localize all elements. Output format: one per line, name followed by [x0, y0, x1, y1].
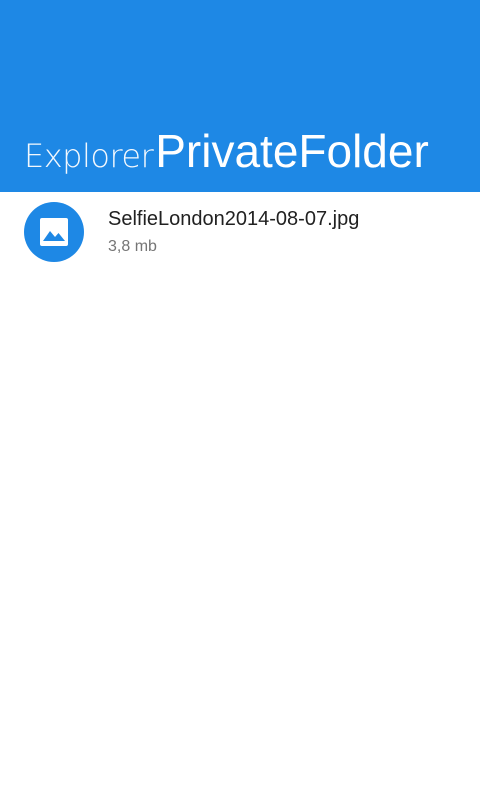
file-size: 3,8 mb: [108, 238, 157, 255]
app-header: ExplorerPrivateFolder: [0, 0, 480, 192]
app-name: Explorer: [24, 137, 154, 175]
image-icon: [24, 202, 84, 262]
file-name: SelfieLondon2014-08-07.jpg: [108, 208, 360, 230]
image-glyph: [40, 218, 68, 246]
app-root: ExplorerPrivateFolder SelfieLondon2014-0…: [0, 0, 480, 800]
folder-name: PrivateFolder: [155, 125, 429, 177]
file-list-item[interactable]: SelfieLondon2014-08-07.jpg 3,8 mb: [0, 192, 480, 272]
header-title: ExplorerPrivateFolder: [24, 128, 429, 174]
file-list: SelfieLondon2014-08-07.jpg 3,8 mb: [0, 192, 480, 272]
